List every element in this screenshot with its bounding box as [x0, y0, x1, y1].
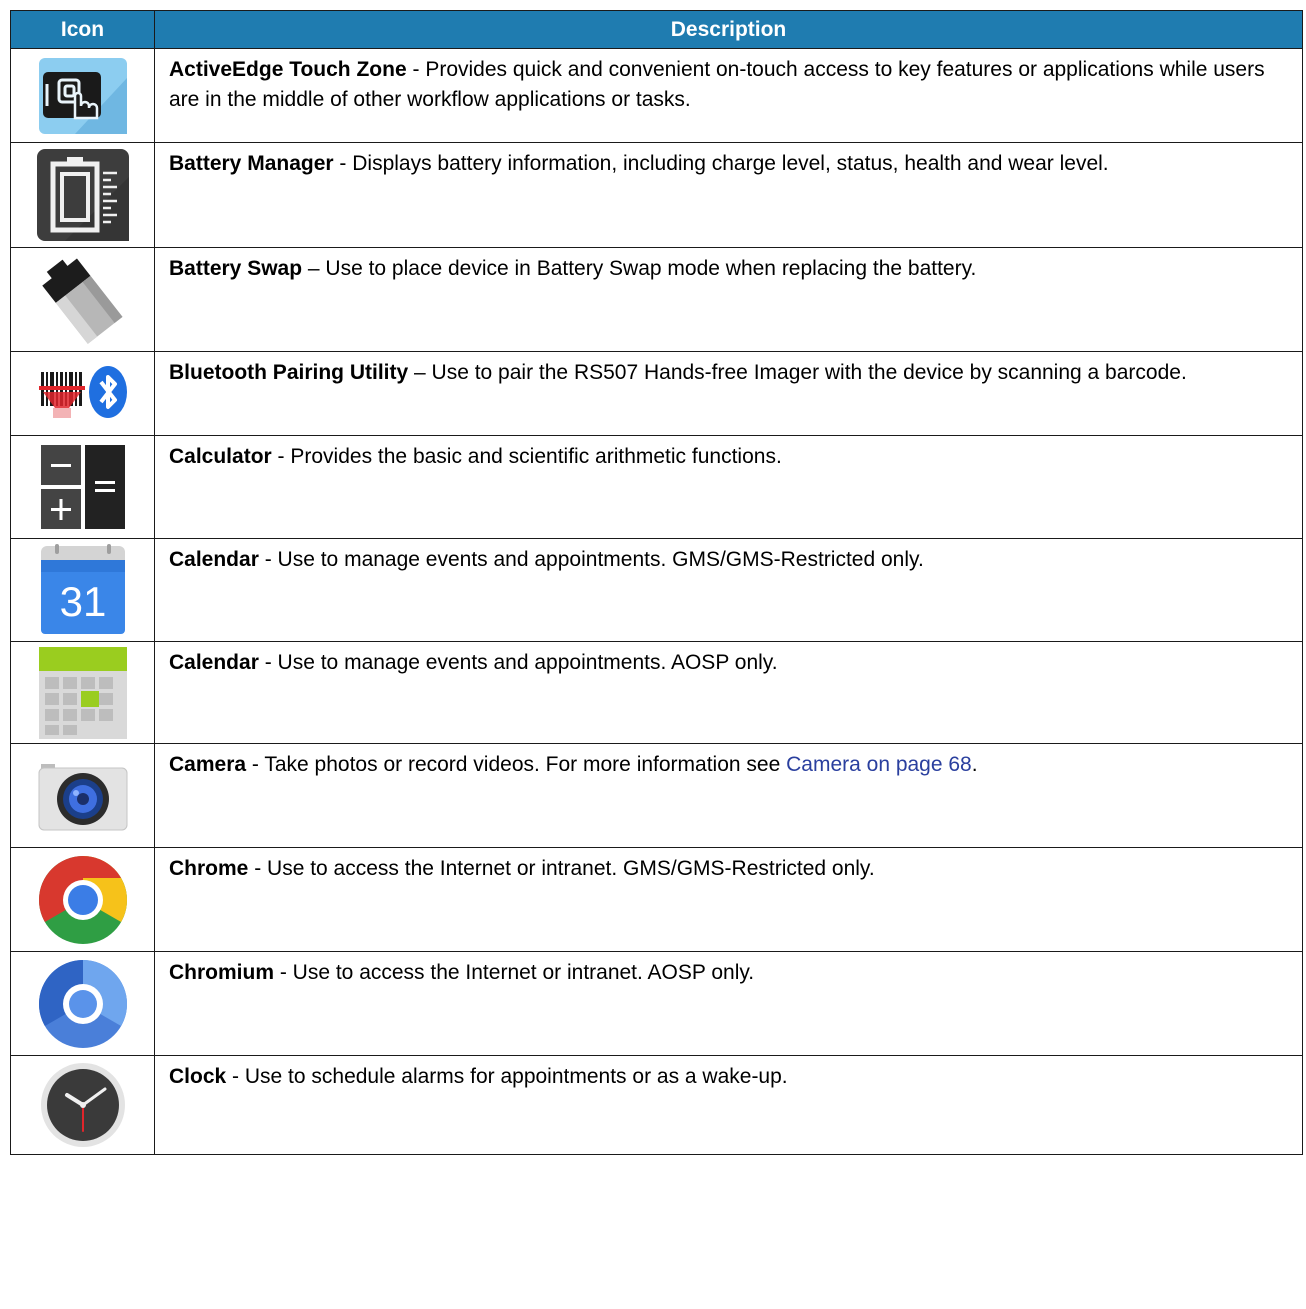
description-column-header: Description [154, 10, 1303, 49]
camera-icon [38, 763, 127, 830]
chromium-icon [38, 959, 127, 1048]
battery-swap-icon [41, 258, 123, 344]
app-description: Provides the basic and scientific arithm… [290, 445, 782, 468]
table-row: Chromium - Use to access the Internet or… [10, 951, 1303, 1056]
table-row: Chrome - Use to access the Internet or i… [10, 847, 1303, 952]
table-header-row: Icon Description [10, 10, 1303, 49]
table-row: 31 Calendar - Use to manage events and a… [10, 538, 1303, 642]
apps-table: Icon Description ActiveEdge Touch Zone -… [10, 10, 1303, 1155]
chrome-icon [38, 855, 127, 944]
app-name: Calculator [169, 445, 272, 468]
table-row: Clock - Use to schedule alarms for appoi… [10, 1055, 1303, 1155]
app-name: Calendar [169, 651, 259, 674]
app-name: Chrome [169, 857, 249, 880]
table-row: Calculator - Provides the basic and scie… [10, 435, 1303, 539]
app-name: Battery Swap [169, 257, 303, 280]
app-name: Camera [169, 753, 247, 776]
app-description: Use to schedule alarms for appointments … [244, 1065, 788, 1088]
table-row: Bluetooth Pairing Utility – Use to pair … [10, 351, 1303, 436]
app-name: Chromium [169, 961, 274, 984]
app-description: Use to pair the RS507 Hands-free Imager … [431, 361, 1187, 384]
app-description: Use to place device in Battery Swap mode… [325, 257, 977, 280]
activeedge-touch-zone-icon [38, 57, 127, 134]
app-name: Battery Manager [169, 152, 334, 175]
app-description: Displays battery information, including … [352, 152, 1109, 175]
table-row: Battery Swap – Use to place device in Ba… [10, 247, 1303, 352]
aosp-calendar-icon [38, 646, 127, 739]
app-name: Clock [169, 1065, 227, 1088]
app-name: Bluetooth Pairing Utility [169, 361, 409, 384]
table-row: Battery Manager - Displays battery infor… [10, 142, 1303, 248]
app-description: Use to manage events and appointments. G… [277, 548, 924, 571]
app-description: Use to access the Internet or intranet. … [267, 857, 875, 880]
icon-column-header: Icon [10, 10, 155, 49]
clock-icon [40, 1063, 125, 1147]
google-calendar-icon: 31 [40, 544, 125, 634]
table-row: Camera - Take photos or record videos. F… [10, 743, 1303, 848]
table-row: ActiveEdge Touch Zone - Provides quick a… [10, 48, 1303, 143]
app-description: Take photos or record videos. For more i… [264, 753, 787, 776]
app-description: Use to access the Internet or intranet. … [292, 961, 755, 984]
battery-manager-icon [36, 149, 129, 241]
app-description: Use to manage events and appointments. A… [277, 651, 778, 674]
table-row: Calendar - Use to manage events and appo… [10, 641, 1303, 744]
camera-page-link[interactable]: Camera on page 68 [786, 753, 972, 776]
app-name: ActiveEdge Touch Zone [169, 58, 407, 81]
bluetooth-pairing-icon [38, 365, 127, 418]
calculator-icon [40, 445, 125, 529]
app-name: Calendar [169, 548, 259, 571]
svg-text:31: 31 [59, 578, 106, 625]
